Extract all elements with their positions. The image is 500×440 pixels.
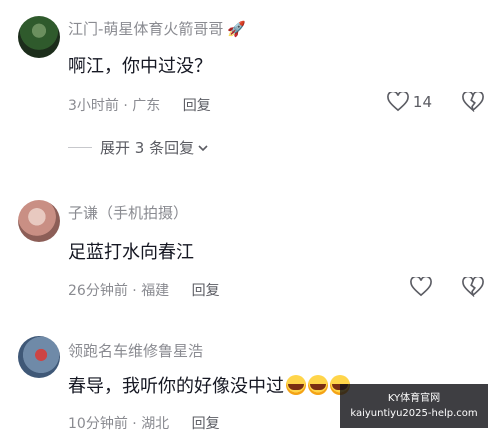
comment-location: 广东 (132, 98, 161, 114)
broken-heart-icon (462, 90, 484, 113)
watermark-overlay: KY体育官网 kaiyuntiyu2025-help.com (340, 384, 488, 428)
chevron-down-icon (198, 144, 208, 151)
avatar[interactable] (18, 336, 60, 378)
comment-text[interactable]: 啊江，你中过没？ (68, 52, 212, 78)
comment-location: 福建 (141, 283, 170, 299)
comment-time: 26分钟前 (68, 283, 128, 299)
comment-username[interactable]: 领跑名车维修鲁星浩 (68, 340, 203, 361)
like-button[interactable] (410, 277, 432, 297)
reply-button[interactable]: 回复 (183, 98, 211, 114)
dislike-button[interactable] (462, 90, 484, 116)
watermark-line2: kaiyuntiyu2025-help.com (350, 408, 478, 419)
heart-icon (410, 277, 432, 297)
comment-text[interactable]: 足蓝打水向春江 (68, 238, 194, 264)
reply-button[interactable]: 回复 (192, 416, 220, 432)
like-count: 14 (412, 93, 432, 111)
comment-meta: 10分钟前 · 湖北 回复 (68, 416, 220, 432)
divider (68, 147, 92, 148)
comment-username[interactable]: 江门-萌星体育火箭哥哥 🚀 (68, 18, 246, 39)
comment-time: 3小时前 (68, 98, 119, 114)
comment-username[interactable]: 子谦（手机拍摄） (68, 202, 188, 223)
comment-meta: 26分钟前 · 福建 回复 (68, 283, 220, 299)
reply-button[interactable]: 回复 (192, 283, 220, 299)
laugh-cry-emoji-icon (286, 375, 306, 395)
broken-heart-icon (462, 275, 484, 298)
avatar[interactable] (18, 200, 60, 242)
dislike-button[interactable] (462, 275, 484, 301)
watermark-line1: KY体育官网 (387, 393, 441, 404)
like-button[interactable]: 14 (387, 92, 432, 112)
comment-time: 10分钟前 (68, 416, 128, 432)
expand-replies-label: 展开 3 条回复 (100, 139, 195, 157)
heart-icon (387, 92, 409, 112)
comment-location: 湖北 (141, 416, 170, 432)
comment-meta: 3小时前 · 广东 回复 (68, 98, 211, 114)
laugh-cry-emoji-icon (308, 375, 328, 395)
expand-replies-button[interactable]: 展开 3 条回复 (68, 137, 210, 158)
comment-text[interactable]: 春导，我听你的好像没中过 (68, 372, 350, 398)
avatar[interactable] (18, 16, 60, 58)
rocket-icon: 🚀 (227, 20, 247, 38)
